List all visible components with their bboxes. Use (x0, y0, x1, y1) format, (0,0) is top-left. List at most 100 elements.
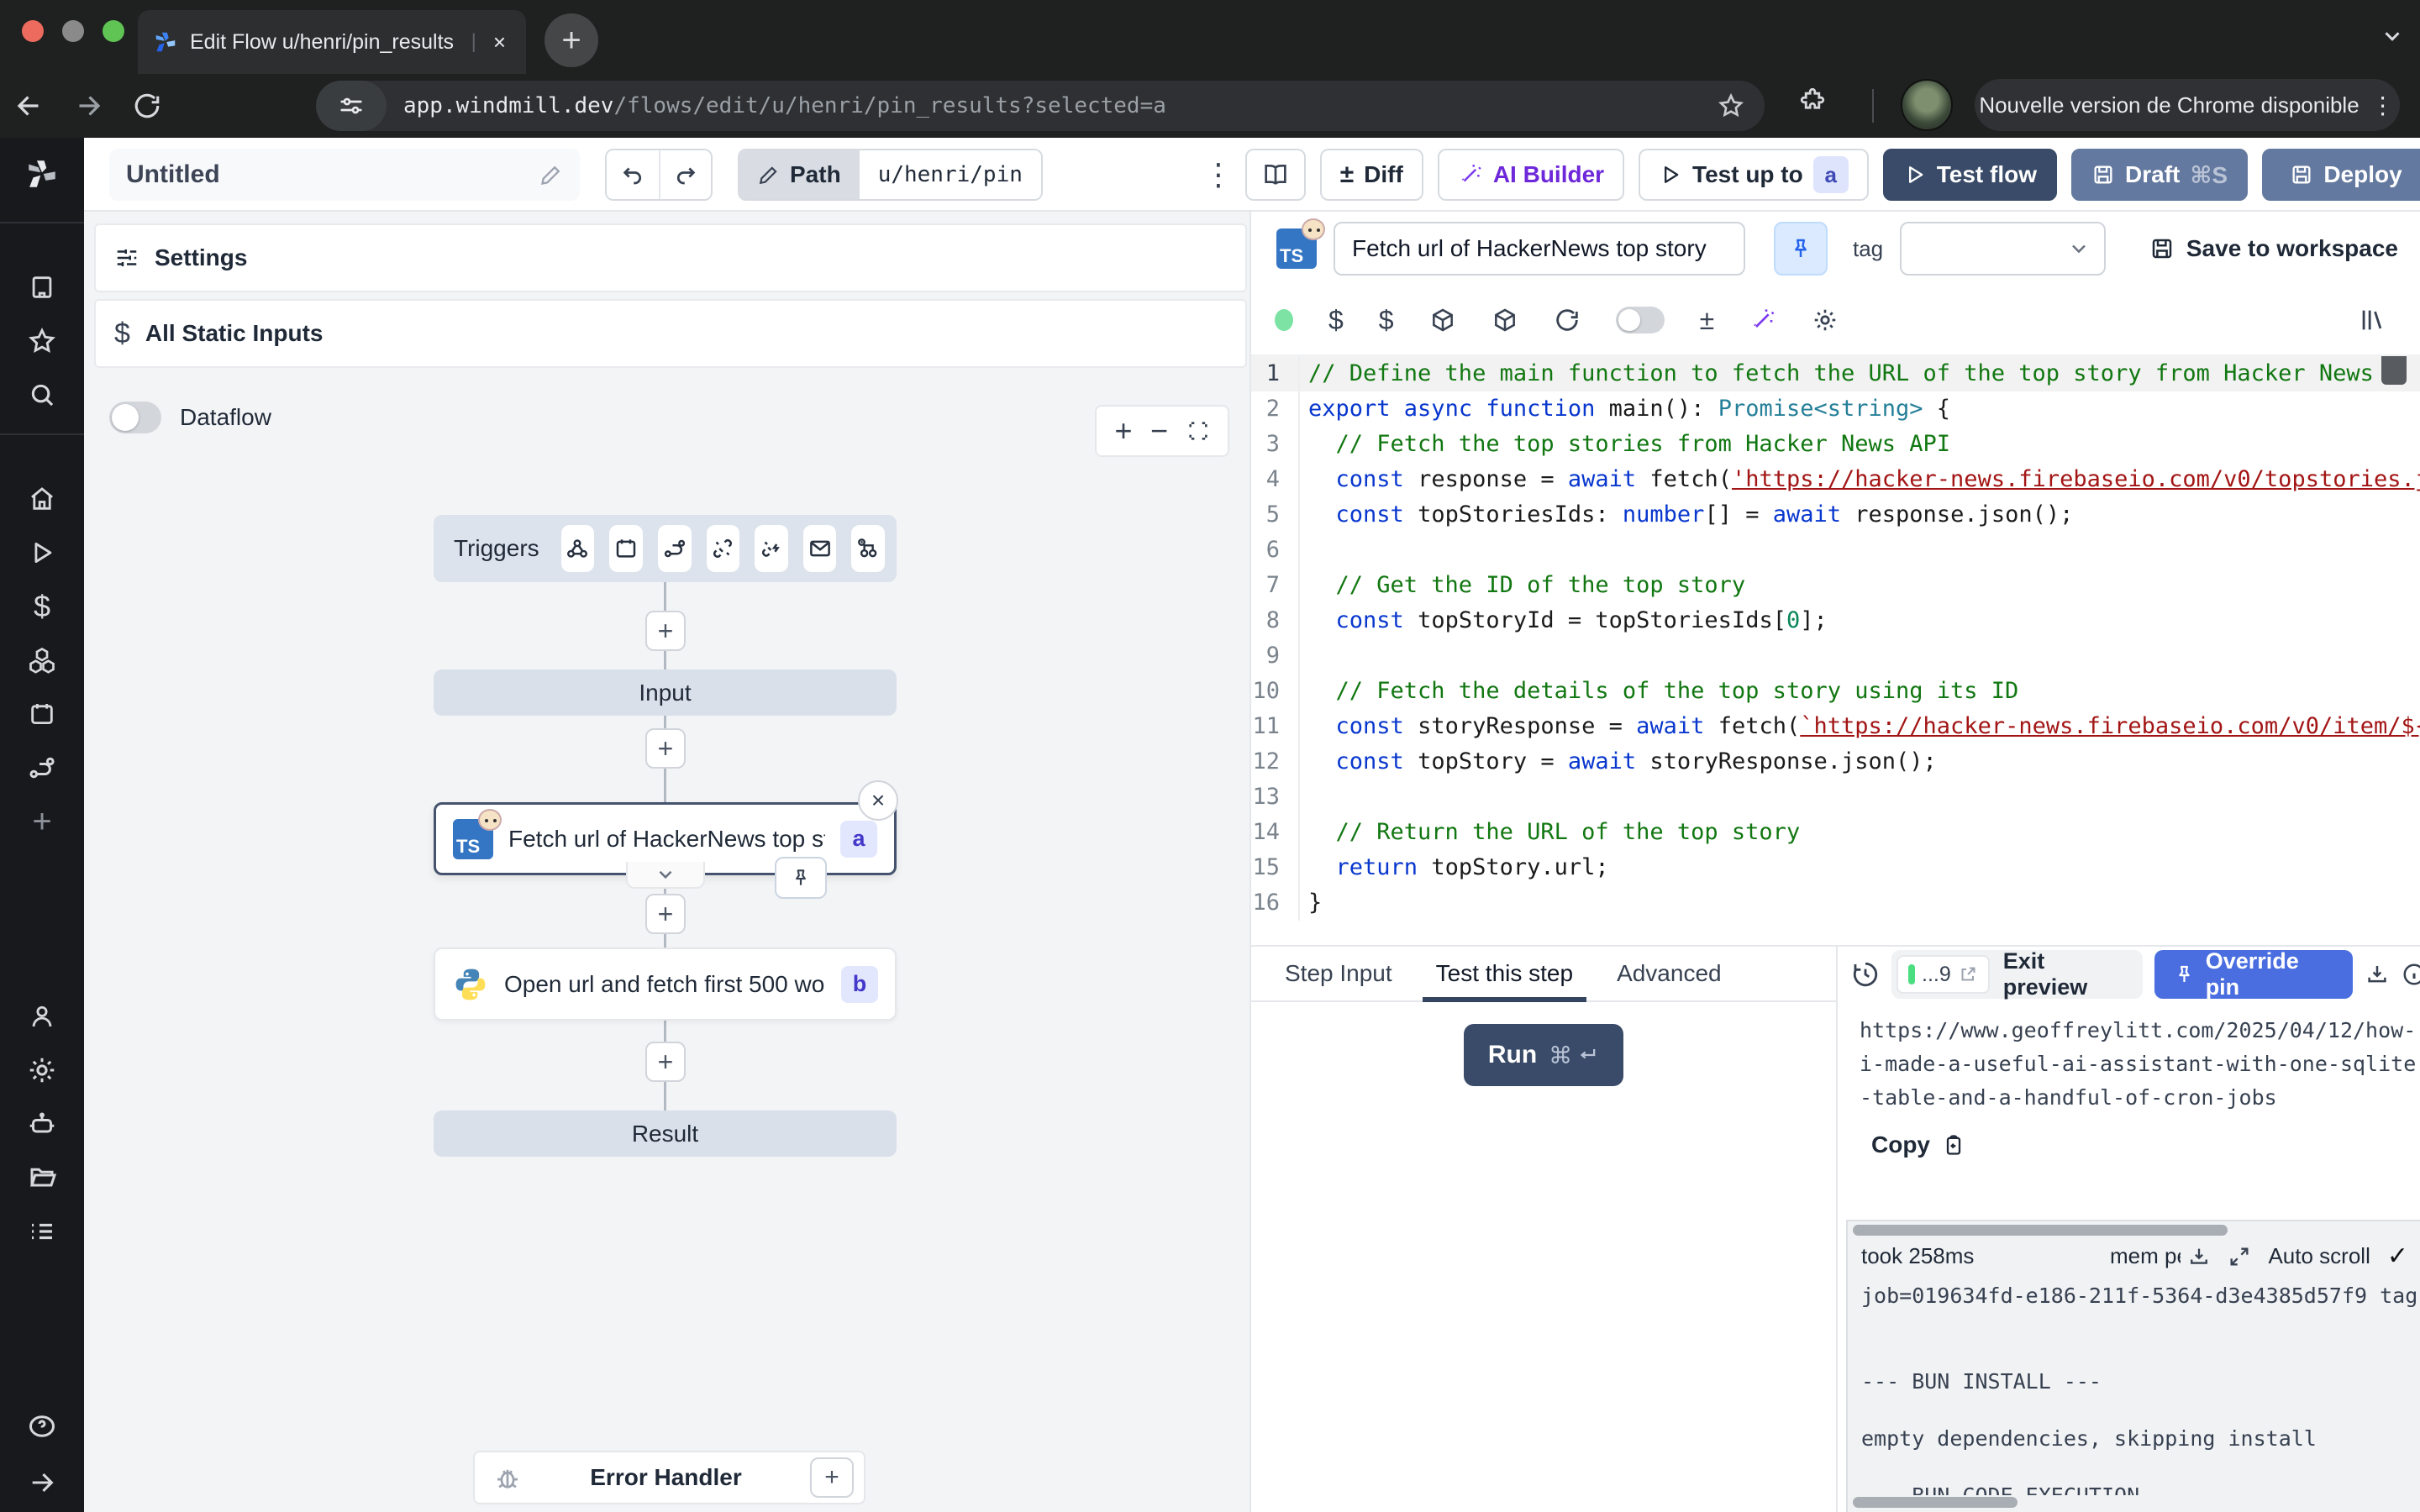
code-line[interactable]: 12 const topStory = await storyResponse.… (1251, 744, 2420, 780)
add-step-button[interactable]: + (645, 1042, 686, 1082)
back-icon[interactable] (0, 91, 59, 121)
step-a-expand-chevron[interactable] (626, 862, 705, 889)
webhook-trigger-icon[interactable] (561, 525, 595, 572)
http-route-trigger-icon[interactable] (658, 525, 692, 572)
library-icon[interactable] (2358, 306, 2386, 334)
zoom-out-icon[interactable]: − (1150, 413, 1168, 449)
sidebar-item-variables[interactable]: $ (0, 580, 84, 633)
exit-preview-button[interactable]: Exit preview (2003, 948, 2128, 1000)
tab-test-this-step[interactable]: Test this step (1414, 947, 1595, 1000)
error-handler-node[interactable]: Error Handler + (473, 1451, 865, 1504)
new-tab-button[interactable]: + (544, 13, 598, 67)
script-name-input[interactable]: Fetch url of HackerNews top story (1334, 222, 1745, 276)
expand-logs-icon[interactable] (2228, 1245, 2251, 1268)
code-line[interactable]: 9 (1251, 638, 2420, 674)
tag-select[interactable] (1900, 222, 2106, 276)
code-line[interactable]: 16} (1251, 885, 2420, 921)
add-step-button[interactable]: + (645, 894, 686, 934)
macos-minimize-button[interactable] (62, 20, 84, 42)
redo-button[interactable] (659, 150, 711, 199)
download-logs-icon[interactable] (2187, 1245, 2211, 1268)
undo-button[interactable] (607, 150, 659, 199)
code-line[interactable]: 13 (1251, 780, 2420, 815)
sidebar-item-workspace[interactable] (0, 260, 84, 314)
add-step-button[interactable]: + (645, 728, 686, 769)
script-settings-gear-icon[interactable] (1812, 307, 1839, 333)
reload-script-icon[interactable] (1554, 307, 1581, 333)
code-line[interactable]: 4 const response = await fetch('https://… (1251, 462, 2420, 497)
sidebar-item-favorites[interactable] (0, 314, 84, 368)
docs-book-button[interactable] (1245, 149, 1306, 201)
sidebar-expand-icon[interactable] (0, 1453, 84, 1512)
code-line[interactable]: 8 const topStoryId = topStoriesIds[0]; (1251, 603, 2420, 638)
sidebar-item-audit-logs[interactable] (0, 1205, 84, 1258)
copy-result-button[interactable]: Copy (1871, 1131, 2420, 1158)
sidebar-item-workers[interactable] (0, 1097, 84, 1151)
autoscroll-checkbox[interactable]: ✓ (2387, 1242, 2408, 1271)
poll-trigger-icon[interactable] (851, 525, 885, 572)
chrome-update-pill[interactable]: Nouvelle version de Chrome disponible ⋮ (1975, 79, 2400, 131)
delete-step-button[interactable]: × (858, 780, 898, 821)
code-line[interactable]: 7 // Get the ID of the top story (1251, 568, 2420, 603)
macos-close-button[interactable] (22, 20, 44, 42)
ai-builder-button[interactable]: AI Builder (1438, 149, 1624, 201)
triggers-node[interactable]: Triggers (434, 515, 897, 582)
forward-icon[interactable] (59, 91, 118, 121)
tab-close-icon[interactable]: × (488, 29, 511, 55)
assistant-diff-icon[interactable]: ± (1700, 305, 1715, 336)
deploy-button[interactable]: Deploy (2262, 149, 2420, 201)
override-pin-button[interactable]: Override pin (2154, 950, 2353, 999)
sidebar-item-resources[interactable] (0, 633, 84, 687)
log-scrollbar-bottom[interactable] (1853, 1497, 2018, 1508)
tab-step-input[interactable]: Step Input (1263, 947, 1414, 1000)
email-trigger-icon[interactable] (803, 525, 837, 572)
code-editor[interactable]: 1// Define the main function to fetch th… (1251, 354, 2420, 945)
input-node[interactable]: Input (434, 669, 897, 716)
sidebar-item-settings[interactable] (0, 1043, 84, 1097)
sidebar-item-schedules[interactable] (0, 687, 84, 741)
sidebar-item-home[interactable] (0, 472, 84, 526)
diff-button[interactable]: ± Diff (1320, 149, 1423, 201)
add-variable-icon[interactable]: $ (1328, 305, 1344, 336)
add-error-handler-button[interactable]: + (810, 1457, 854, 1498)
path-button[interactable]: Path u/henri/pin (738, 149, 1043, 201)
all-static-inputs-row[interactable]: $ All Static Inputs (94, 299, 1247, 368)
sidebar-item-runs[interactable] (0, 526, 84, 580)
editor-scrollbar-thumb[interactable] (2381, 356, 2407, 385)
ai-gen-icon[interactable] (1749, 307, 1776, 333)
result-url-value[interactable]: https://www.geoffreylitt.com/2025/04/12/… (1860, 1014, 2420, 1115)
code-line[interactable]: 15 return topStory.url; (1251, 850, 2420, 885)
sidebar-item-folders[interactable] (0, 1151, 84, 1205)
log-lines[interactable]: job=019634fd-e186-211f-5364-d3e4385d57f9… (1861, 1282, 2418, 1495)
code-line[interactable]: 11 const storyResponse = await fetch(`ht… (1251, 709, 2420, 744)
more-options-icon[interactable]: ⋮ (1193, 150, 1244, 200)
bookmark-star-icon[interactable] (1718, 92, 1744, 119)
code-line[interactable]: 6 (1251, 533, 2420, 568)
sidebar-item-users[interactable] (0, 990, 84, 1043)
code-line[interactable]: 5 const topStoriesIds: number[] = await … (1251, 497, 2420, 533)
reload-icon[interactable] (118, 92, 176, 120)
code-line[interactable]: 10 // Fetch the details of the top story… (1251, 674, 2420, 709)
profile-avatar[interactable] (1901, 79, 1953, 131)
add-step-button[interactable]: + (645, 611, 686, 651)
code-line[interactable]: 1// Define the main function to fetch th… (1251, 356, 2420, 391)
add-static-variable-icon[interactable]: $ (1379, 305, 1394, 336)
site-settings-icon[interactable] (316, 81, 387, 131)
macos-maximize-button[interactable] (103, 20, 124, 42)
address-bar[interactable]: app.windmill.dev/flows/edit/u/henri/pin_… (316, 81, 1765, 131)
log-scrollbar-top[interactable] (1853, 1225, 2228, 1236)
step-a-pin-button[interactable] (775, 857, 827, 899)
kafka-trigger-icon[interactable] (755, 525, 788, 572)
add-resource-icon[interactable] (1429, 307, 1456, 333)
result-node[interactable]: Result (434, 1110, 897, 1157)
tab-advanced[interactable]: Advanced (1595, 947, 1744, 1000)
chrome-menu-icon[interactable]: ⋮ (2371, 92, 2396, 119)
test-up-to-button[interactable]: Test up to a (1639, 149, 1869, 201)
history-icon[interactable] (1851, 960, 1880, 989)
open-job-external-icon[interactable] (1958, 964, 1978, 984)
diff-mode-toggle[interactable] (1616, 307, 1665, 333)
test-flow-button[interactable]: Test flow (1883, 149, 2057, 201)
sidebar-item-flows[interactable] (0, 741, 84, 795)
flow-settings-row[interactable]: Settings (94, 223, 1247, 292)
draft-button[interactable]: Draft ⌘S (2071, 149, 2248, 201)
